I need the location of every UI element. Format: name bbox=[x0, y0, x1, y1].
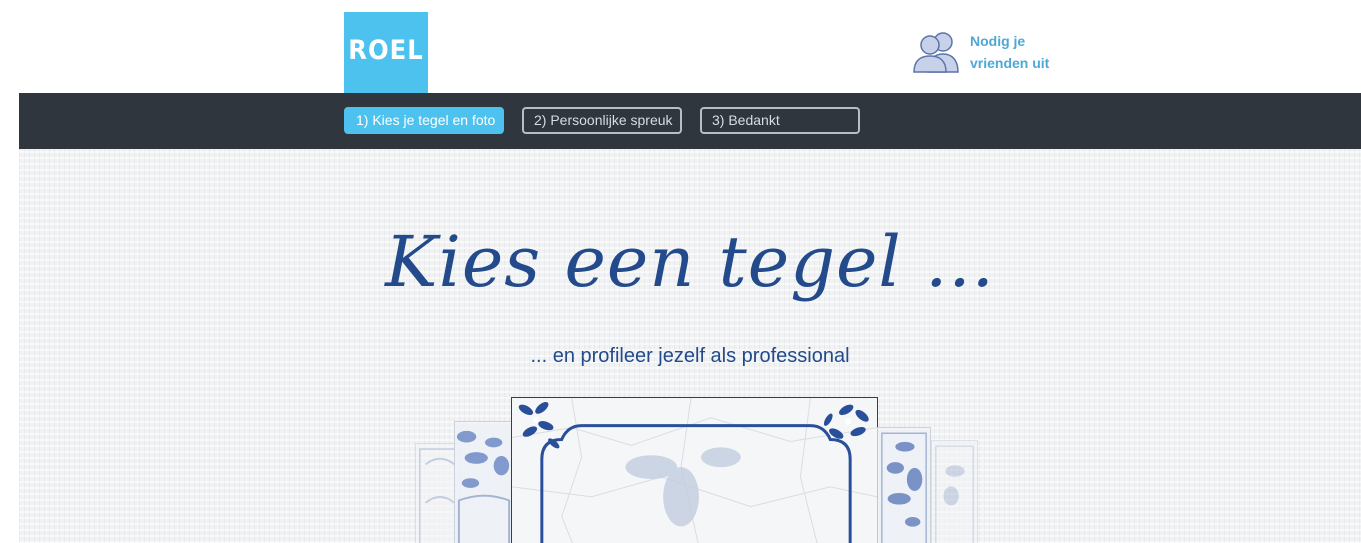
step-1-choose-tile[interactable]: 1) Kies je tegel en foto bbox=[344, 107, 504, 134]
floral-pattern-icon bbox=[455, 423, 513, 543]
tile-option-left[interactable] bbox=[454, 421, 514, 543]
step-3-thanks[interactable]: 3) Bedankt bbox=[700, 107, 860, 134]
logo[interactable]: ROEL bbox=[344, 12, 428, 93]
friends-icon bbox=[913, 32, 959, 73]
invite-label: Nodig je vrienden uit bbox=[970, 33, 1050, 71]
header: ROEL Nodig je vrienden uit bbox=[0, 0, 1361, 93]
page-title: Kies een tegel ... bbox=[385, 221, 995, 303]
tile-option-far-right[interactable] bbox=[931, 440, 978, 543]
main-content: Kies een tegel ... ... en profileer jeze… bbox=[19, 149, 1361, 543]
steps-navbar: 1) Kies je tegel en foto 2) Persoonlijke… bbox=[19, 93, 1361, 149]
step-2-personal-quote[interactable]: 2) Persoonlijke spreuk bbox=[522, 107, 682, 134]
tile-option-selected[interactable] bbox=[511, 397, 878, 543]
tile-pattern-icon bbox=[935, 445, 974, 543]
page-subtitle: ... en profileer jezelf als professional bbox=[530, 345, 850, 367]
delft-tile-icon bbox=[512, 398, 877, 543]
floral-pattern-icon bbox=[878, 429, 930, 543]
invite-friends-link[interactable]: Nodig je vrienden uit bbox=[910, 30, 1060, 74]
tile-option-right[interactable] bbox=[877, 427, 931, 543]
